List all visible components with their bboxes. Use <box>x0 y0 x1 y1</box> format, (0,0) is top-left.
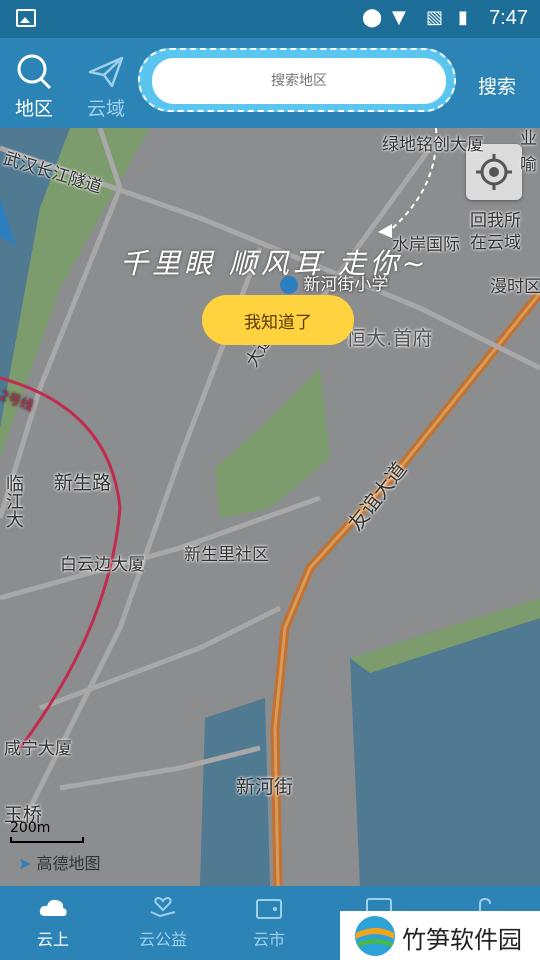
poi-label: 绿地铭创大厦 <box>382 135 484 155</box>
clock: 7:47 <box>489 7 528 29</box>
cloud-icon <box>39 899 67 916</box>
search-icon <box>17 54 52 90</box>
poi-label: 漫时区 <box>490 277 540 297</box>
nav-cloud-charity[interactable]: 云公益 <box>118 896 208 950</box>
status-bar: ⬤ ▼ ▧ ▮ 7:47 <box>0 0 540 38</box>
map-scale: 200m <box>10 820 84 843</box>
battery-icon: ▮ <box>458 7 468 28</box>
gallery-icon <box>16 9 36 27</box>
search-button[interactable]: 搜索 <box>478 72 516 99</box>
no-sim-icon: ▧ <box>426 7 444 28</box>
tab-cloud-domain-label: 云域 <box>86 98 125 120</box>
amap-icon: ➤ <box>18 854 32 873</box>
wallet-icon <box>256 899 282 919</box>
got-it-button[interactable]: 我知道了 <box>202 295 354 345</box>
location-icon: ⬤ <box>362 7 383 28</box>
heart-hand-icon <box>150 896 176 918</box>
nav-label: 云市 <box>252 930 285 949</box>
road-label: 临江大 <box>3 474 24 528</box>
scale-bar <box>10 837 84 843</box>
poi-label: 业 <box>520 129 537 149</box>
search-input[interactable] <box>152 58 446 104</box>
poi-label: 新河街 <box>236 776 294 798</box>
watermark-text: 竹笋软件园 <box>402 926 522 954</box>
poi-label: 新生里社区 <box>184 545 269 565</box>
poi-label: 咸宁大厦 <box>4 739 72 759</box>
nav-cloud-up[interactable]: 云上 <box>8 896 98 950</box>
nav-cloud-market[interactable]: 云市 <box>224 896 314 950</box>
tab-cloud-domain[interactable]: 云域 <box>76 52 136 121</box>
road-label: 新生路 <box>54 472 112 494</box>
poi-label: 喻 <box>520 155 537 175</box>
watermark-logo-icon <box>355 916 395 956</box>
nav-label: 云上 <box>36 930 69 949</box>
crosshair-icon <box>476 154 512 190</box>
map-provider-label: 高德地图 <box>36 854 101 873</box>
tab-region-label: 地区 <box>14 98 53 120</box>
poi-label: 恒大.首府 <box>346 326 433 350</box>
top-bar: 地区 云域 搜索 <box>0 38 540 128</box>
search-highlight <box>138 48 456 112</box>
map-provider-logo: ➤ 高德地图 <box>18 850 101 874</box>
nav-label: 云公益 <box>138 930 187 949</box>
watermark: 竹笋软件园 <box>340 911 540 960</box>
paper-plane-icon <box>88 56 124 88</box>
scale-label: 200m <box>10 820 51 836</box>
onboarding-tip-text: 千里眼 顺风耳 走你~ <box>120 247 430 280</box>
poi-label: 白云边大厦 <box>60 555 145 575</box>
map-view[interactable]: 武汉长江隧道 绿地铭创大厦 业 喻 回我所 在云域 水岸国际 新河街小学 漫时区… <box>0 128 540 886</box>
in-cloud-label: 在云域 <box>470 233 521 253</box>
tab-region[interactable]: 地区 <box>4 52 64 121</box>
wifi-icon: ▼ <box>392 7 406 28</box>
